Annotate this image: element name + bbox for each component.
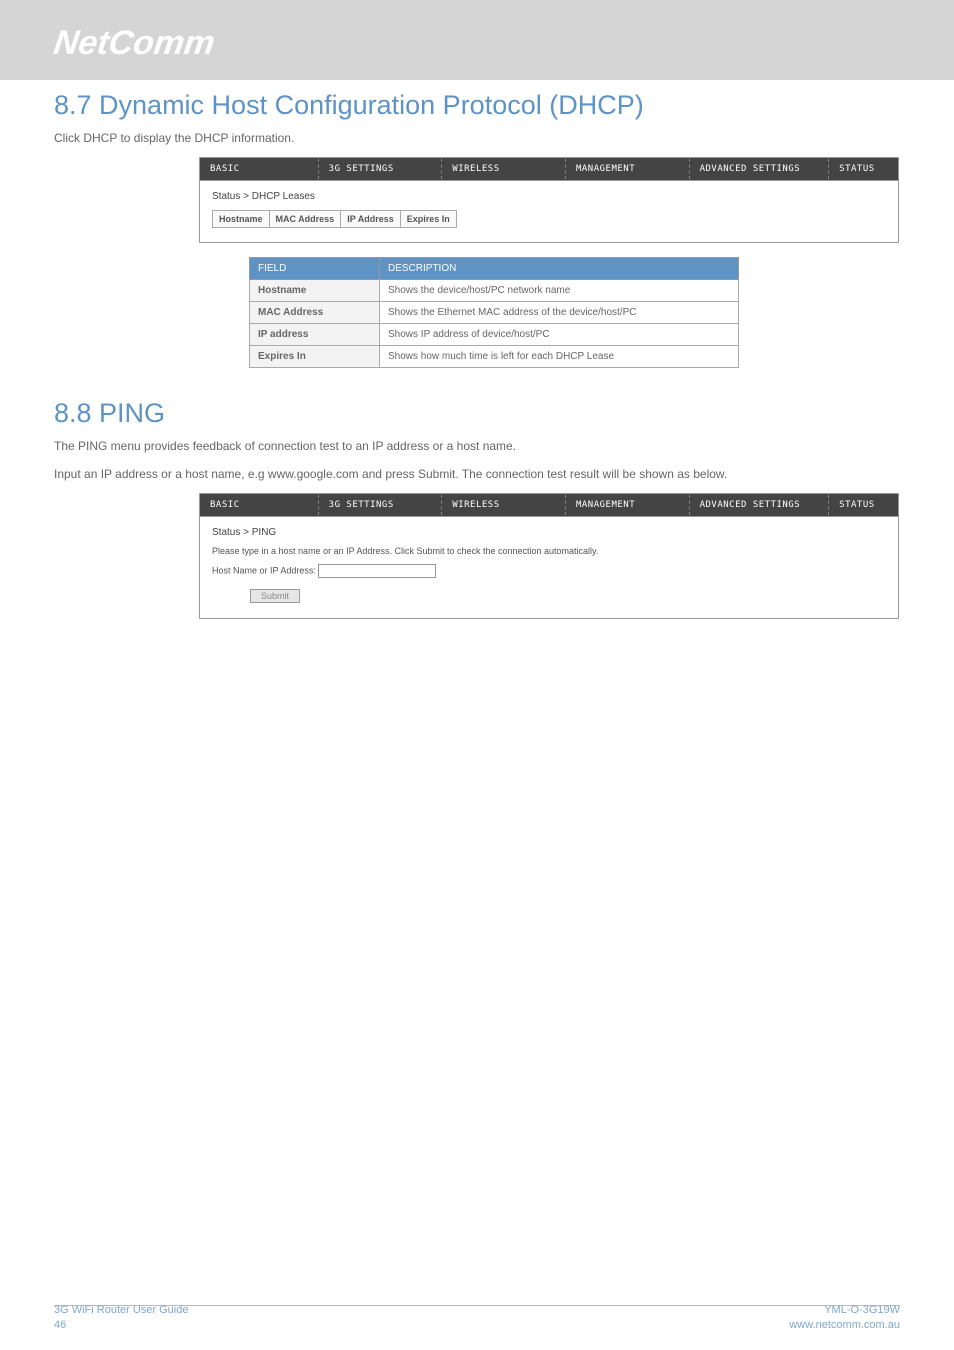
- field-desc-table: FIELD DESCRIPTION Hostname Shows the dev…: [249, 257, 739, 368]
- footer-page-number: 46: [54, 1318, 188, 1332]
- field-name: Hostname: [250, 280, 380, 302]
- intro-8-7: Click DHCP to display the DHCP informati…: [54, 129, 900, 147]
- ping-line1: The PING menu provides feedback of conne…: [54, 437, 900, 455]
- col-ip: IP Address: [341, 211, 401, 228]
- nav-basic[interactable]: BASIC: [200, 495, 318, 515]
- nav-3g-settings[interactable]: 3G SETTINGS: [318, 495, 442, 515]
- field-desc: Shows how much time is left for each DHC…: [380, 346, 739, 368]
- table-row: MAC Address Shows the Ethernet MAC addre…: [250, 302, 739, 324]
- field-name: Expires In: [250, 346, 380, 368]
- ping-instruction: Please type in a host name or an IP Addr…: [212, 546, 886, 556]
- footer-model: YML-O-3G19W: [789, 1303, 900, 1317]
- footer-left: 3G WiFi Router User Guide 46: [54, 1303, 188, 1332]
- col-hostname: Hostname: [213, 211, 270, 228]
- field-name: IP address: [250, 324, 380, 346]
- nav-3g-settings[interactable]: 3G SETTINGS: [318, 159, 442, 179]
- ping-form-row: Host Name or IP Address:: [212, 564, 886, 578]
- footer-url: www.netcomm.com.au: [789, 1318, 900, 1332]
- th-field: FIELD: [250, 258, 380, 280]
- ping-line2: Input an IP address or a host name, e.g …: [54, 465, 900, 483]
- dhcp-panel-body: Status > DHCP Leases Hostname MAC Addres…: [199, 181, 899, 243]
- nav-basic[interactable]: BASIC: [200, 159, 318, 179]
- field-desc-table-wrap: FIELD DESCRIPTION Hostname Shows the dev…: [249, 257, 900, 368]
- nav-status[interactable]: STATUS: [828, 159, 898, 179]
- breadcrumb-dhcp: Status > DHCP Leases: [212, 191, 886, 202]
- footer-guide-title: 3G WiFi Router User Guide: [54, 1303, 188, 1317]
- nav-bar-ping: BASIC 3G SETTINGS WIRELESS MANAGEMENT AD…: [199, 493, 899, 517]
- page-content: 8.7 Dynamic Host Configuration Protocol …: [54, 90, 900, 633]
- submit-button[interactable]: Submit: [250, 589, 300, 603]
- footer-right: YML-O-3G19W www.netcomm.com.au: [789, 1303, 900, 1332]
- dhcp-leases-table: Hostname MAC Address IP Address Expires …: [212, 210, 457, 228]
- ping-input-label: Host Name or IP Address:: [212, 565, 316, 575]
- heading-8-7: 8.7 Dynamic Host Configuration Protocol …: [54, 90, 900, 121]
- nav-advanced[interactable]: ADVANCED SETTINGS: [689, 159, 829, 179]
- ping-host-input[interactable]: [318, 564, 436, 578]
- ping-screenshot: BASIC 3G SETTINGS WIRELESS MANAGEMENT AD…: [199, 493, 899, 619]
- nav-management[interactable]: MANAGEMENT: [565, 159, 689, 179]
- dhcp-screenshot: BASIC 3G SETTINGS WIRELESS MANAGEMENT AD…: [199, 157, 899, 243]
- table-row: Hostname Shows the device/host/PC networ…: [250, 280, 739, 302]
- ping-panel-body: Status > PING Please type in a host name…: [199, 517, 899, 619]
- field-desc: Shows IP address of device/host/PC: [380, 324, 739, 346]
- field-name: MAC Address: [250, 302, 380, 324]
- nav-management[interactable]: MANAGEMENT: [565, 495, 689, 515]
- table-row: Expires In Shows how much time is left f…: [250, 346, 739, 368]
- nav-advanced[interactable]: ADVANCED SETTINGS: [689, 495, 829, 515]
- col-expires: Expires In: [400, 211, 456, 228]
- nav-wireless[interactable]: WIRELESS: [441, 495, 565, 515]
- field-desc: Shows the Ethernet MAC address of the de…: [380, 302, 739, 324]
- nav-bar-dhcp: BASIC 3G SETTINGS WIRELESS MANAGEMENT AD…: [199, 157, 899, 181]
- nav-wireless[interactable]: WIRELESS: [441, 159, 565, 179]
- heading-8-8: 8.8 PING: [54, 398, 900, 429]
- breadcrumb-ping: Status > PING: [212, 527, 886, 538]
- th-desc: DESCRIPTION: [380, 258, 739, 280]
- col-mac: MAC Address: [269, 211, 341, 228]
- field-desc: Shows the device/host/PC network name: [380, 280, 739, 302]
- netcomm-logo: NetComm: [51, 24, 217, 63]
- table-row: IP address Shows IP address of device/ho…: [250, 324, 739, 346]
- nav-status[interactable]: STATUS: [828, 495, 898, 515]
